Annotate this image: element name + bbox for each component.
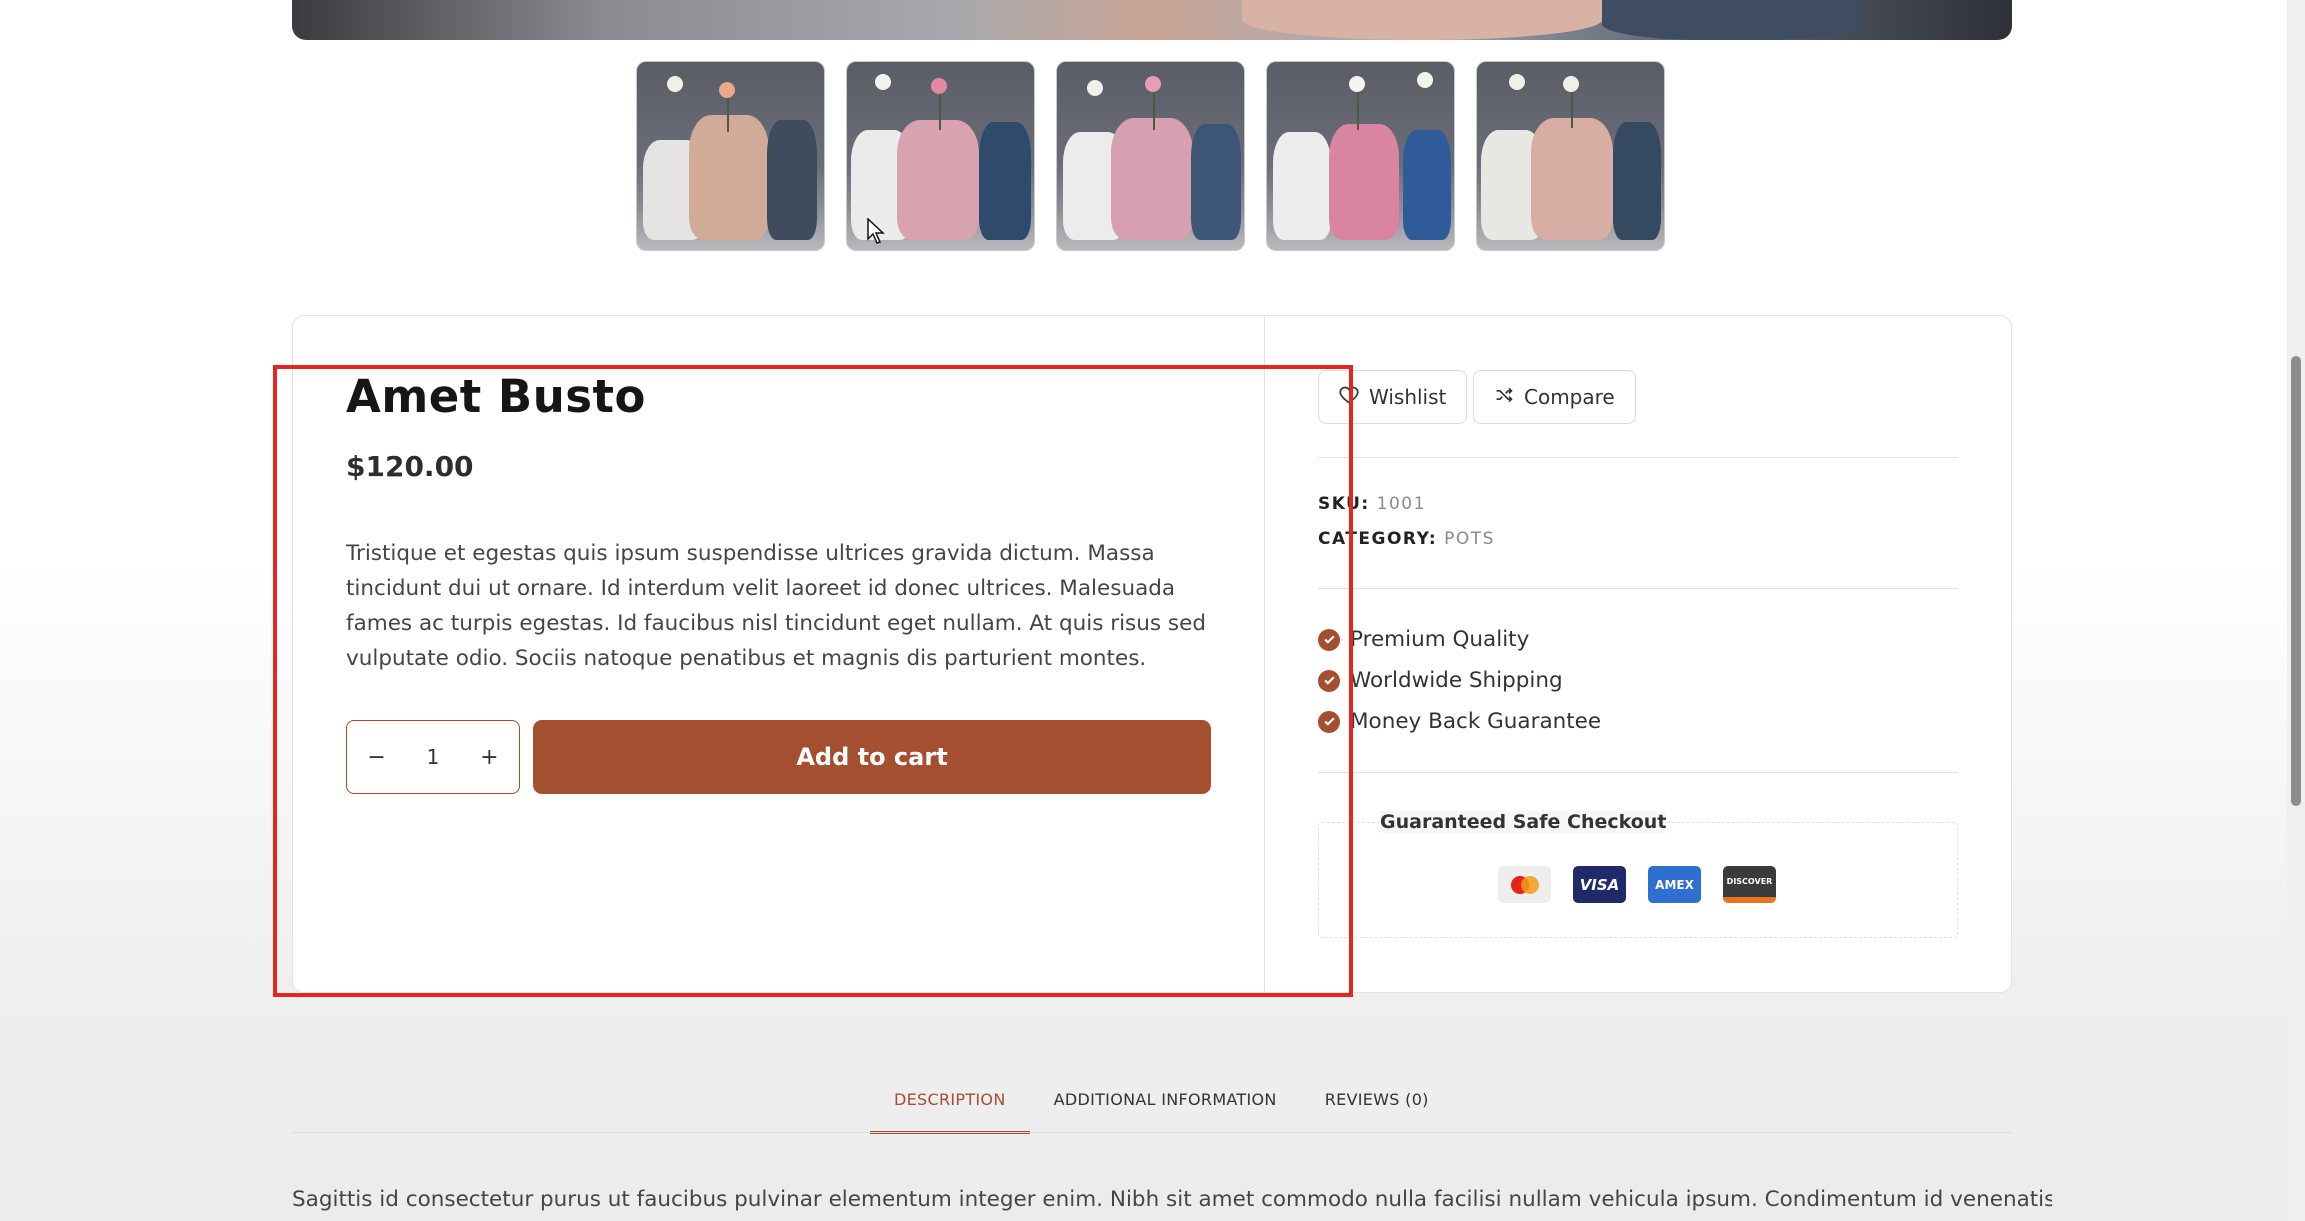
sku-value: 1001 <box>1376 494 1426 514</box>
tab-description[interactable]: DESCRIPTION <box>870 1090 1030 1134</box>
check-circle-icon <box>1318 669 1340 692</box>
product-main-image <box>292 0 2012 40</box>
check-circle-icon <box>1318 710 1340 733</box>
visa-icon: VISA <box>1573 866 1626 903</box>
feature-item: Premium Quality <box>1318 627 1529 652</box>
divider <box>1318 588 1958 589</box>
tab-reviews[interactable]: REVIEWS (0) <box>1301 1090 1453 1134</box>
product-price: $120.00 <box>346 450 474 483</box>
card-divider <box>1264 316 1265 992</box>
discover-icon: DISCOVER <box>1723 866 1776 903</box>
divider <box>1318 772 1958 773</box>
check-circle-icon <box>1318 628 1340 651</box>
feature-item: Worldwide Shipping <box>1318 668 1563 693</box>
wishlist-label: Wishlist <box>1369 385 1447 409</box>
product-tabs: DESCRIPTION ADDITIONAL INFORMATION REVIE… <box>870 1090 1453 1134</box>
category-label: CATEGORY: <box>1318 529 1438 549</box>
product-title: Amet Busto <box>346 370 646 423</box>
thumbnail-gallery <box>636 61 1665 251</box>
tabs-divider <box>292 1132 2012 1133</box>
feature-item: Money Back Guarantee <box>1318 709 1601 734</box>
thumbnail-1[interactable] <box>636 61 825 251</box>
quantity-increment-button[interactable]: + <box>470 739 508 776</box>
sku-row: SKU: 1001 <box>1318 494 1426 514</box>
tab-content-text: Sagittis id consectetur purus ut faucibu… <box>292 1187 2052 1212</box>
feature-label: Premium Quality <box>1350 627 1530 652</box>
category-row: CATEGORY: POTS <box>1318 529 1495 549</box>
compare-label: Compare <box>1524 385 1615 409</box>
thumbnail-4[interactable] <box>1266 61 1455 251</box>
safe-checkout-title: Guaranteed Safe Checkout <box>1380 811 1667 833</box>
page-scrollbar[interactable] <box>2287 0 2305 1221</box>
thumbnail-5[interactable] <box>1476 61 1665 251</box>
thumbnail-3[interactable] <box>1056 61 1245 251</box>
heart-icon <box>1339 385 1359 410</box>
feature-label: Money Back Guarantee <box>1350 709 1602 734</box>
quantity-input[interactable]: 1 <box>417 739 450 775</box>
shuffle-icon <box>1494 385 1514 410</box>
sku-label: SKU: <box>1318 494 1370 514</box>
quantity-stepper: − 1 + <box>346 720 520 794</box>
payment-methods: VISA AMEX DISCOVER <box>1498 866 1776 903</box>
category-link[interactable]: POTS <box>1444 529 1495 549</box>
compare-button[interactable]: Compare <box>1473 370 1636 424</box>
feature-label: Worldwide Shipping <box>1350 668 1563 693</box>
mastercard-icon <box>1498 866 1551 903</box>
quantity-decrement-button[interactable]: − <box>357 739 395 776</box>
product-short-description: Tristique et egestas quis ipsum suspendi… <box>346 541 1206 671</box>
scrollbar-thumb[interactable] <box>2291 356 2301 806</box>
mouse-pointer-icon <box>867 217 885 248</box>
amex-icon: AMEX <box>1648 866 1701 903</box>
add-to-cart-button[interactable]: Add to cart <box>533 720 1211 794</box>
wishlist-button[interactable]: Wishlist <box>1318 370 1468 424</box>
divider <box>1318 457 1958 458</box>
tab-additional-information[interactable]: ADDITIONAL INFORMATION <box>1030 1090 1301 1134</box>
